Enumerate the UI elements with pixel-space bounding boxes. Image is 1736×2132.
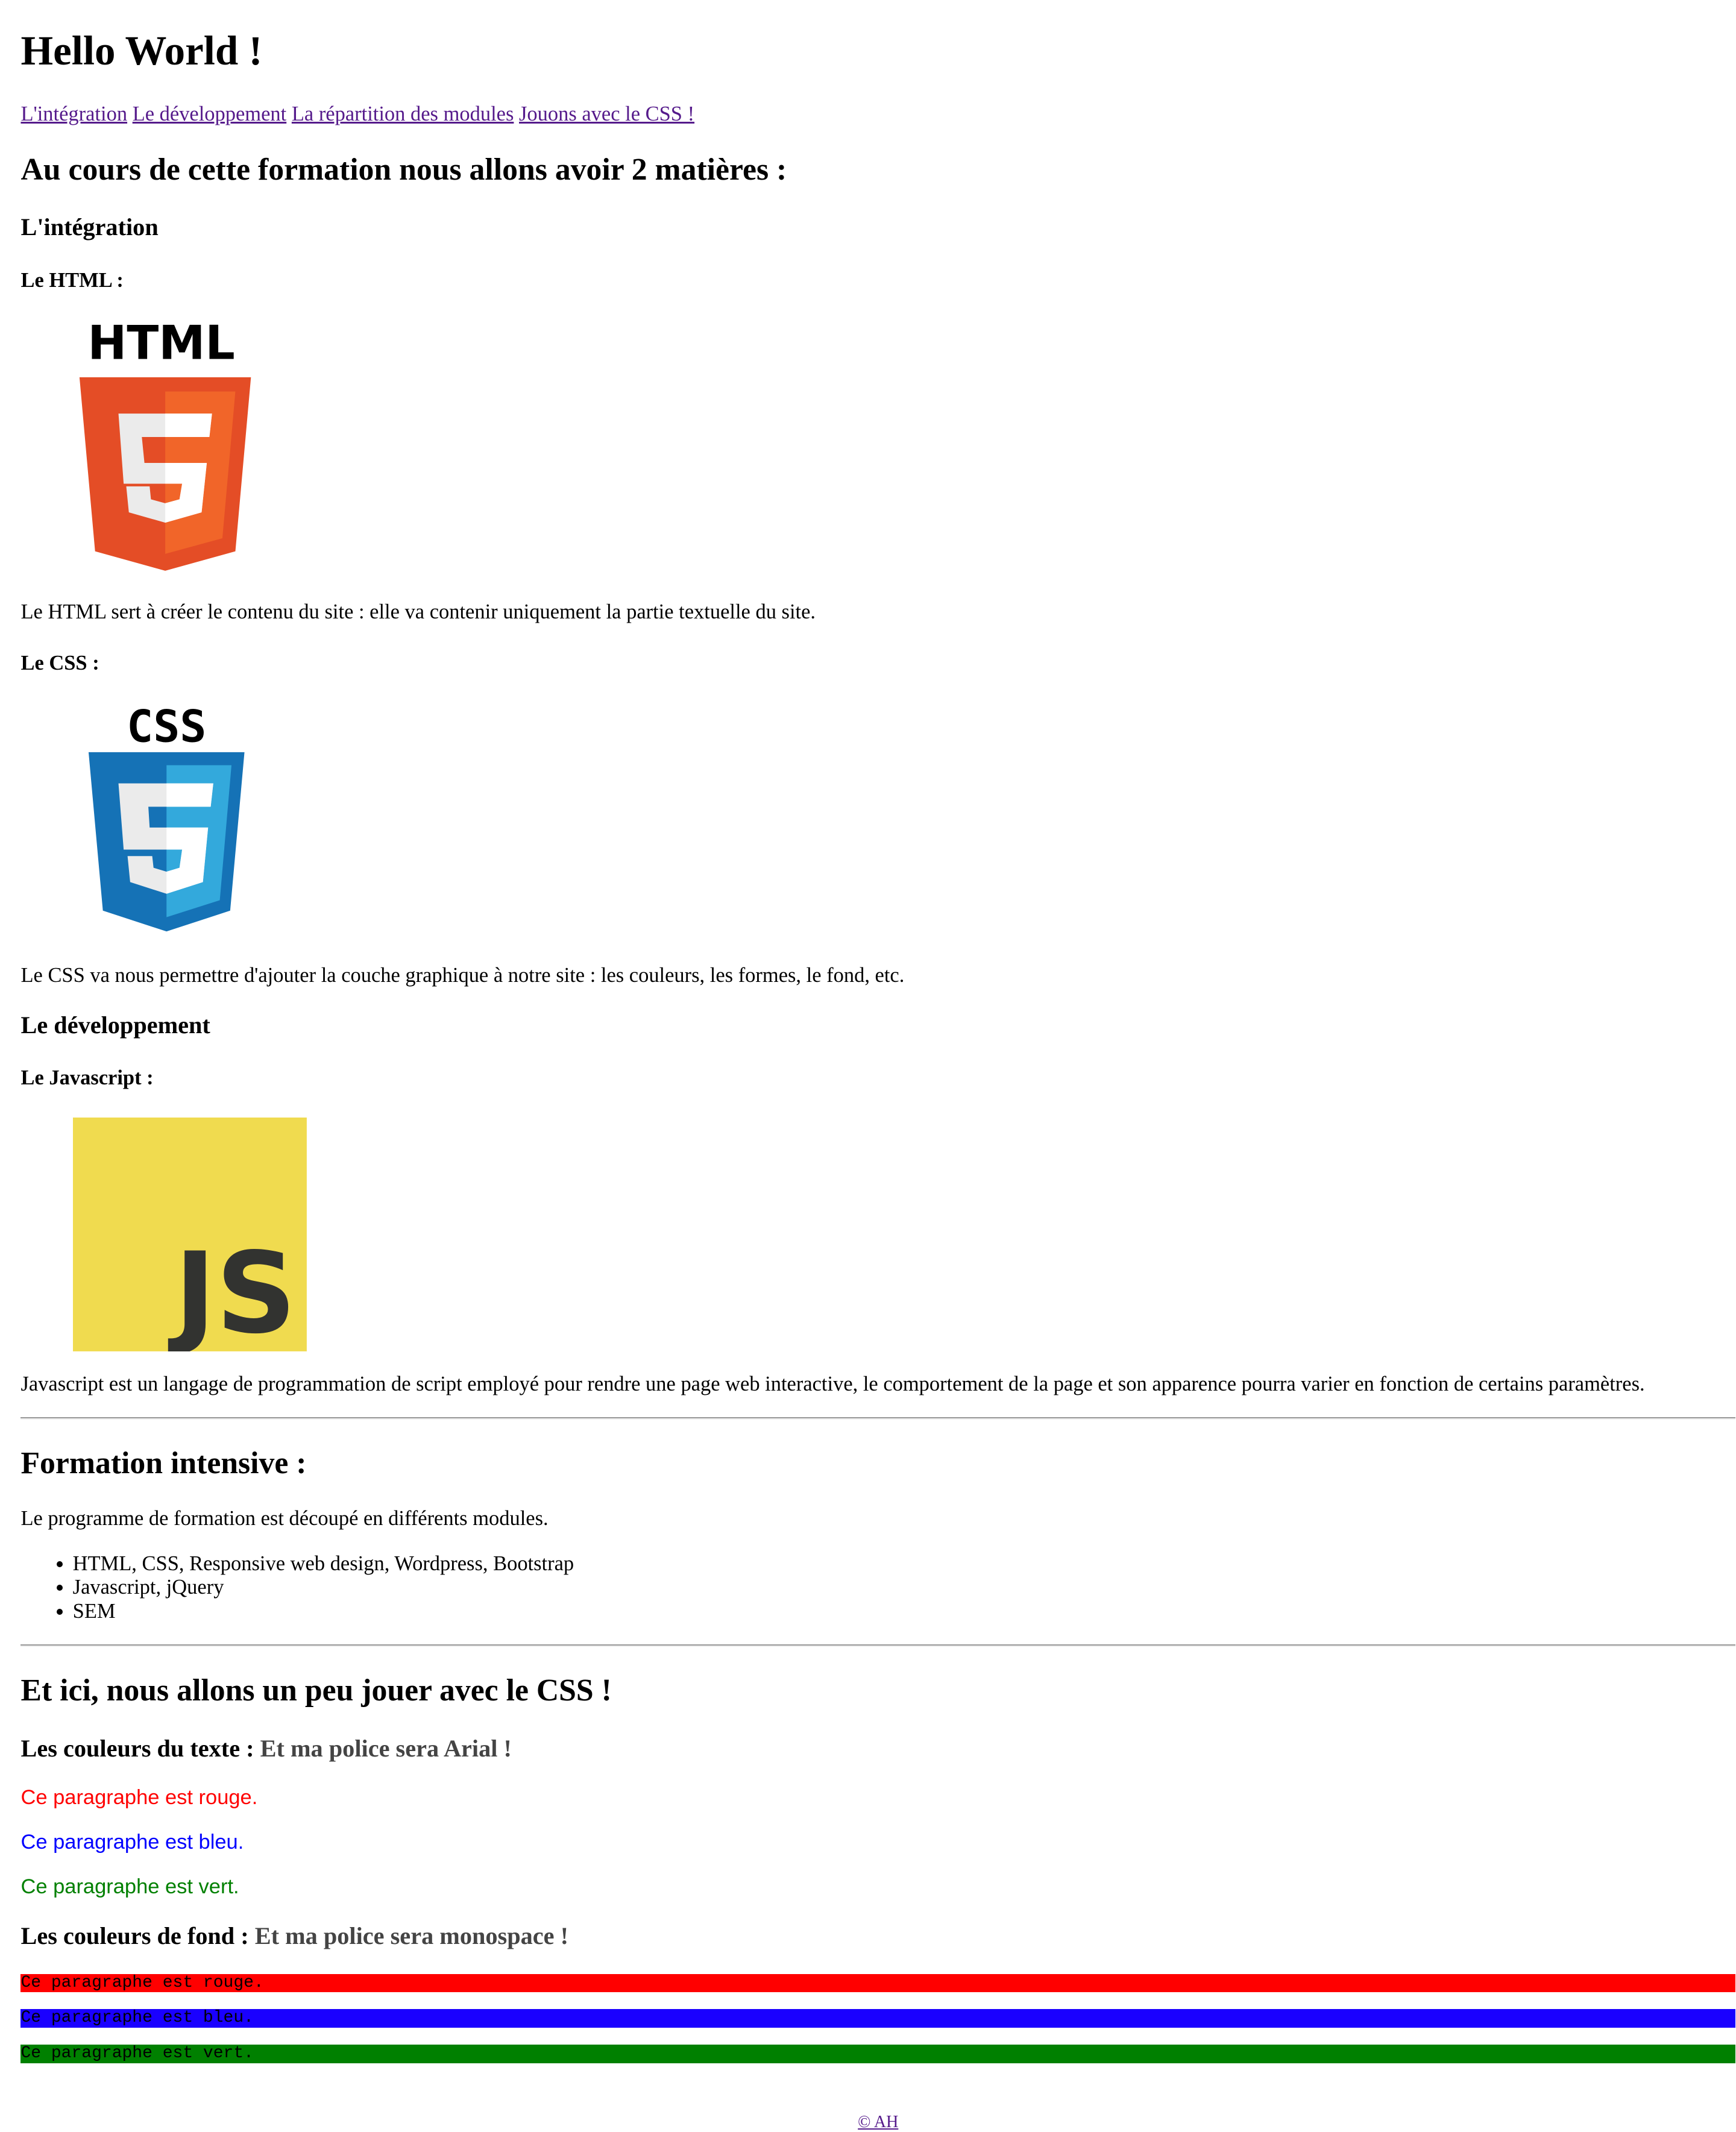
modules-section: Formation intensive : Le programme de fo… <box>20 1445 1736 1624</box>
css-logo-text: CSS <box>127 703 206 753</box>
green-background-paragraph: Ce paragraphe est vert. <box>20 2044 1736 2063</box>
text-colors-heading-label: Les couleurs du texte : <box>20 1734 254 1762</box>
list-item: HTML, CSS, Responsive web design, Wordpr… <box>73 1552 1736 1576</box>
footer: © AH <box>20 2113 1735 2132</box>
modules-list: HTML, CSS, Responsive web design, Wordpr… <box>20 1552 1736 1624</box>
html-logo-text: HTML <box>87 320 234 371</box>
modules-heading: Formation intensive : <box>20 1445 307 1480</box>
modules-intro: Le programme de formation est découpé en… <box>20 1507 549 1530</box>
integration-section: L'intégration Le HTML : HTML Le HTML ser… <box>20 213 1736 988</box>
integration-heading: L'intégration <box>20 213 159 241</box>
javascript-description: Javascript est un langage de programmati… <box>20 1372 1645 1395</box>
nav-link-integration[interactable]: L'intégration <box>20 102 127 125</box>
page-title: Hello World ! <box>20 28 263 74</box>
development-section: Le développement Le Javascript : JS Java… <box>20 1011 1736 1397</box>
html5-logo-icon: HTML <box>79 320 251 571</box>
html-heading: Le HTML : <box>20 269 124 292</box>
bg-colors-heading: Les couleurs de fond : Et ma police sera… <box>20 1922 1736 1950</box>
bg-colors-heading-label: Les couleurs de fond : <box>20 1922 249 1950</box>
divider <box>20 1417 1736 1420</box>
text-colors-heading: Les couleurs du texte : Et ma police ser… <box>20 1735 1736 1763</box>
blue-text-paragraph: Ce paragraphe est bleu. <box>20 1830 244 1854</box>
nav-link-development[interactable]: Le développement <box>133 102 287 125</box>
red-text-paragraph: Ce paragraphe est rouge. <box>20 1785 258 1809</box>
html-description: Le HTML sert à créer le contenu du site … <box>20 600 816 624</box>
text-colors-heading-suffix: Et ma police sera Arial ! <box>260 1734 512 1762</box>
divider <box>20 1644 1736 1647</box>
development-heading: Le développement <box>20 1011 210 1039</box>
main-nav: L'intégration Le développement La répart… <box>20 102 1736 126</box>
green-text-paragraph: Ce paragraphe est vert. <box>20 1875 239 1898</box>
copyright-link[interactable]: © AH <box>858 2113 898 2131</box>
nav-link-modules[interactable]: La répartition des modules <box>292 102 514 125</box>
bg-colors-heading-suffix: Et ma police sera monospace ! <box>254 1922 568 1950</box>
list-item: SEM <box>73 1600 1736 1624</box>
js-logo-text: JS <box>168 1228 296 1351</box>
css-description: Le CSS va nous permettre d'ajouter la co… <box>20 964 905 987</box>
nav-link-css-play[interactable]: Jouons avec le CSS ! <box>519 102 694 125</box>
blue-background-paragraph: Ce paragraphe est bleu. <box>20 2008 1736 2028</box>
css-play-section: Et ici, nous allons un peu jouer avec le… <box>20 1673 1736 2063</box>
list-item: Javascript, jQuery <box>73 1576 1736 1600</box>
css-heading: Le CSS : <box>20 652 99 675</box>
css-play-heading: Et ici, nous allons un peu jouer avec le… <box>20 1673 612 1708</box>
javascript-logo-icon: JS <box>72 1118 307 1352</box>
css3-logo-icon: CSS <box>88 703 245 932</box>
red-background-paragraph: Ce paragraphe est rouge. <box>20 1973 1736 1993</box>
javascript-heading: Le Javascript : <box>20 1066 154 1090</box>
page: Hello World ! L'intégration Le développe… <box>20 0 1736 2132</box>
intro-heading: Au cours de cette formation nous allons … <box>20 152 787 187</box>
